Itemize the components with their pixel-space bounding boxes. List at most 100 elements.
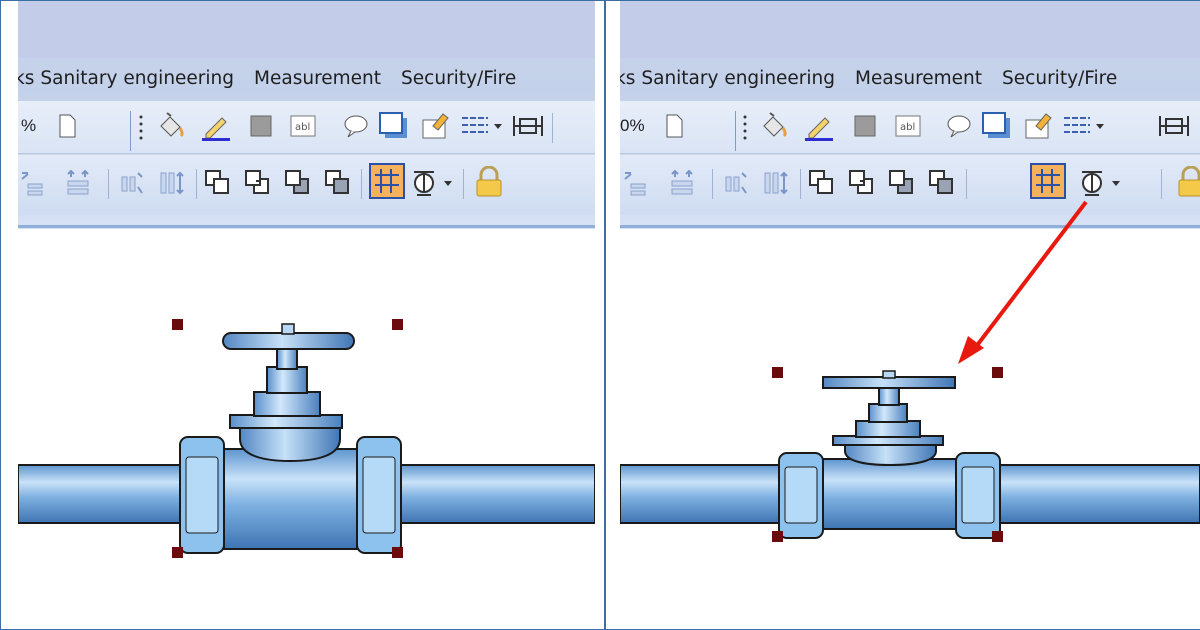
ribbon-border (18, 225, 595, 228)
toolbar-separator (735, 111, 736, 151)
pencil-icon[interactable] (200, 112, 232, 142)
toolbar-separator (1161, 169, 1162, 199)
selection-handle[interactable] (772, 531, 783, 542)
toolbar-separator (108, 169, 109, 199)
bring-to-front-icon[interactable] (284, 169, 312, 197)
selection-handle[interactable] (992, 367, 1003, 378)
selection-handle[interactable] (172, 547, 183, 558)
text-box-icon[interactable]: abl (895, 115, 921, 137)
toolbar-separator (966, 169, 967, 199)
bring-to-front-icon[interactable] (888, 169, 916, 197)
shadow-icon[interactable] (379, 112, 409, 140)
pencil-icon[interactable] (803, 112, 835, 142)
toolbar-row-2 (620, 155, 1200, 215)
ribbon: ks Sanitary engineering Measurement Securit… (620, 1, 1200, 229)
toolbar-separator (712, 169, 713, 199)
stem (878, 386, 900, 406)
toolbar-row-1: % abl (18, 101, 595, 154)
send-to-back-icon[interactable] (928, 169, 956, 197)
tab-sanitary-engineering[interactable]: Sanitary engineering (641, 58, 835, 100)
selection-handle[interactable] (392, 547, 403, 558)
fill-icon[interactable] (758, 112, 790, 142)
send-backward-icon[interactable] (848, 169, 876, 197)
toolbar-separator (800, 169, 801, 199)
distribute-icon[interactable] (158, 169, 186, 197)
page-icon[interactable] (665, 114, 683, 138)
center-margin (606, 1, 620, 629)
lock-icon[interactable] (1176, 166, 1200, 198)
align-icon[interactable] (64, 169, 92, 197)
panel-divider (604, 0, 606, 630)
callout-icon[interactable] (343, 114, 369, 138)
toolbar-separator (552, 113, 553, 143)
tab-measurement[interactable]: Measurement (855, 58, 982, 100)
toolbar-separator (196, 169, 197, 199)
callout-icon[interactable] (946, 114, 972, 138)
properties-icon[interactable] (421, 112, 451, 140)
text-box-icon[interactable]: abl (290, 115, 316, 137)
align-icon[interactable] (20, 169, 48, 197)
valve-body (822, 458, 957, 530)
bring-forward-icon[interactable] (808, 169, 836, 197)
align-icon[interactable] (623, 169, 651, 197)
gland-nut (855, 420, 921, 438)
distribute-icon[interactable] (722, 169, 750, 197)
page-icon[interactable] (58, 114, 76, 138)
color-square-icon[interactable] (854, 115, 876, 137)
snap-icon[interactable] (1080, 167, 1124, 197)
lock-icon[interactable] (474, 166, 504, 198)
snap-icon[interactable] (412, 167, 456, 197)
valve-shape[interactable] (620, 229, 1200, 629)
distribute-icon[interactable] (118, 169, 146, 197)
grip-icon (139, 115, 143, 140)
frame-icon[interactable] (512, 114, 544, 138)
toolbar-row-2 (18, 155, 595, 215)
selection-handle[interactable] (392, 319, 403, 330)
selection-handle[interactable] (772, 367, 783, 378)
drawing-canvas[interactable] (620, 229, 1200, 629)
distribute-icon[interactable] (762, 169, 790, 197)
line-style-icon[interactable] (1063, 115, 1107, 137)
align-icon[interactable] (668, 169, 696, 197)
selection-handle[interactable] (992, 531, 1003, 542)
right-panel: ks Sanitary engineering Measurement Securit… (620, 1, 1200, 629)
title-bar (620, 1, 1200, 58)
tab-security-fire[interactable]: Security/Fire (1002, 58, 1117, 100)
toolbar-separator (463, 169, 464, 199)
ribbon: ks Sanitary engineering Measurement Securit… (18, 1, 595, 229)
bonnet (844, 442, 937, 467)
line-style-icon[interactable] (461, 115, 505, 137)
ribbon-tabs: ks Sanitary engineering Measurement Securit… (620, 58, 1137, 100)
svg-text:abl: abl (900, 122, 915, 133)
grid-icon[interactable] (369, 163, 405, 199)
ribbon-tabs: ks Sanitary engineering Measurement Securit… (18, 58, 536, 100)
svg-text:abl: abl (295, 122, 310, 133)
properties-icon[interactable] (1024, 112, 1054, 140)
grid-icon[interactable] (1030, 163, 1066, 199)
tab-sanitary-engineering[interactable]: Sanitary engineering (40, 58, 234, 100)
grip-icon (743, 115, 747, 140)
tab-partial[interactable]: ks (18, 58, 34, 100)
tab-partial[interactable]: ks (620, 58, 635, 100)
send-to-back-icon[interactable] (324, 169, 352, 197)
toolbar-row-1: 0% abl (620, 101, 1200, 154)
shadow-icon[interactable] (982, 112, 1012, 140)
left-margin (1, 1, 18, 629)
toolbar-separator (130, 111, 131, 151)
send-backward-icon[interactable] (244, 169, 272, 197)
valve-body (223, 448, 358, 550)
toolbar-separator (361, 169, 362, 199)
valve-shape[interactable] (18, 229, 595, 629)
fill-icon[interactable] (155, 112, 187, 142)
zoom-label[interactable]: % (21, 115, 36, 137)
bonnet (239, 426, 341, 463)
tab-security-fire[interactable]: Security/Fire (401, 58, 516, 100)
selection-handle[interactable] (172, 319, 183, 330)
color-square-icon[interactable] (250, 115, 272, 137)
zoom-label[interactable]: 0% (620, 115, 645, 137)
tab-measurement[interactable]: Measurement (254, 58, 381, 100)
drawing-canvas[interactable] (18, 229, 595, 629)
ribbon-border (620, 225, 1200, 228)
bring-forward-icon[interactable] (204, 169, 232, 197)
frame-icon[interactable] (1158, 114, 1190, 138)
